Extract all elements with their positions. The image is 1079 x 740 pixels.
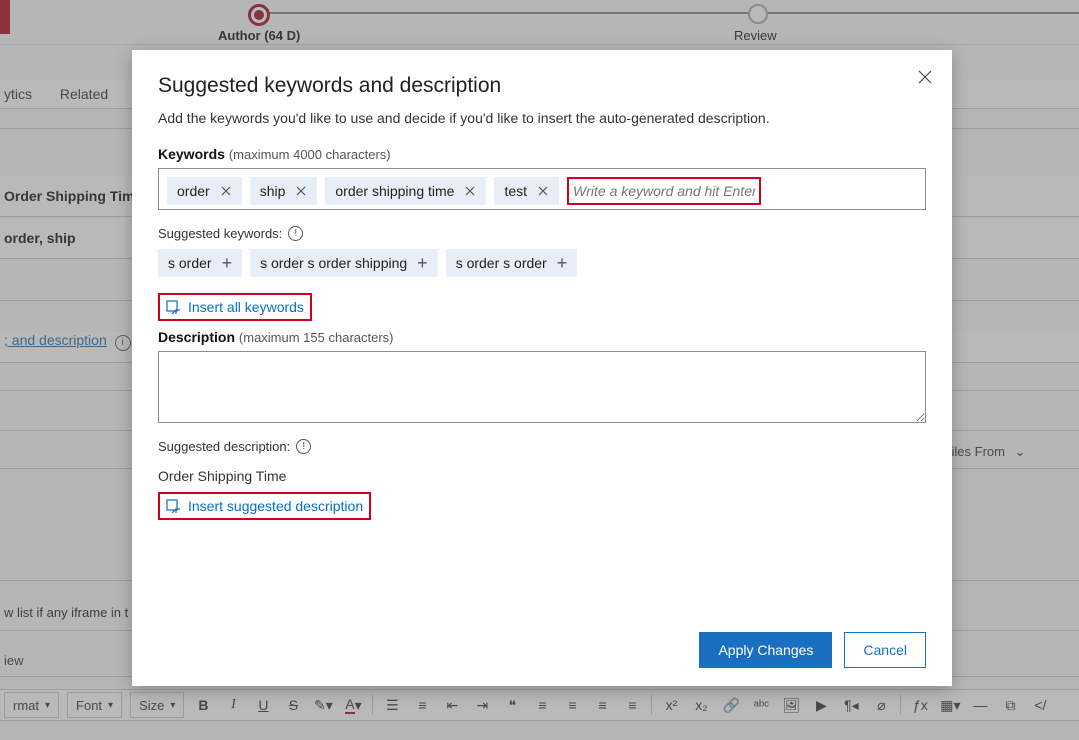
suggested-keyword-label: s order s order <box>456 255 547 271</box>
keyword-chip-label: ship <box>260 183 286 199</box>
toolbar-underline-button[interactable]: U <box>252 694 274 716</box>
suggested-keyword-chip: s order s order + <box>446 249 578 277</box>
toolbar-outdent-button[interactable]: ⇤ <box>441 694 463 716</box>
suggested-keywords-modal: Suggested keywords and description Add t… <box>132 50 952 686</box>
close-icon <box>465 186 475 196</box>
toolbar-indent-button[interactable]: ⇥ <box>471 694 493 716</box>
wizard-bar: Author (64 D) Review <box>0 0 1079 45</box>
toolbar-link-button[interactable]: 🔗 <box>720 694 742 716</box>
red-accent-bar <box>0 0 10 34</box>
modal-title: Suggested keywords and description <box>158 74 926 98</box>
suggested-description-label: Suggested description: ! <box>158 439 926 454</box>
toolbar-image-button[interactable]: 🖼 <box>780 694 802 716</box>
suggested-keywords-row: s order + s order s order shipping + s o… <box>158 249 926 277</box>
toolbar-unlink-button[interactable]: ᵃᵇᶜ <box>750 694 772 716</box>
info-icon: i <box>115 335 131 351</box>
close-icon <box>296 186 306 196</box>
insert-icon <box>166 300 180 314</box>
toolbar-size-select[interactable]: Size <box>130 692 184 718</box>
add-keyword-button[interactable]: + <box>557 257 568 269</box>
insert-all-keywords-button[interactable]: Insert all keywords <box>158 293 312 321</box>
suggested-keyword-chip: s order + <box>158 249 242 277</box>
add-keyword-button[interactable]: + <box>417 257 428 269</box>
wizard-step-author-label: Author (64 D) <box>218 28 300 43</box>
description-label: Description (maximum 155 characters) <box>158 329 926 345</box>
toolbar-video-button[interactable]: ▶ <box>810 694 832 716</box>
apply-changes-button[interactable]: Apply Changes <box>699 632 832 668</box>
toolbar-table-button[interactable]: ▦▾ <box>939 694 961 716</box>
suggested-keyword-label: s order <box>168 255 212 271</box>
remove-keyword-button[interactable] <box>220 185 232 197</box>
toolbar-format-select[interactable]: rmat <box>4 692 59 718</box>
add-keyword-button[interactable]: + <box>222 257 233 269</box>
preview-label: iew <box>4 653 24 668</box>
keywords-description-link[interactable]: ; and description <box>4 332 107 348</box>
toolbar-italic-button[interactable]: I <box>222 694 244 716</box>
description-textarea[interactable] <box>158 351 926 423</box>
toolbar-ol-button[interactable]: ≡ <box>411 694 433 716</box>
keyword-chip-label: order <box>177 183 210 199</box>
keyword-chip-label: order shipping time <box>335 183 454 199</box>
toolbar-sup-button[interactable]: x² <box>660 694 682 716</box>
keyword-chip: order <box>167 177 242 205</box>
toolbar-sub-button[interactable]: x₂ <box>690 694 712 716</box>
cancel-button[interactable]: Cancel <box>844 632 926 668</box>
toolbar-align-center-button[interactable]: ≡ <box>561 694 583 716</box>
toolbar-code-button[interactable]: </ <box>1029 694 1051 716</box>
keyword-input[interactable] <box>569 181 759 201</box>
toolbar-font-select[interactable]: Font <box>67 692 122 718</box>
suggested-keyword-chip: s order s order shipping + <box>250 249 438 277</box>
toolbar-hr-button[interactable]: — <box>969 694 991 716</box>
close-button[interactable] <box>916 68 934 86</box>
close-icon <box>918 70 932 84</box>
info-icon[interactable]: ! <box>288 226 303 241</box>
modal-footer: Apply Changes Cancel <box>158 632 926 668</box>
keywords-label: Keywords (maximum 4000 characters) <box>158 146 926 162</box>
modal-subtitle: Add the keywords you'd like to use and d… <box>158 110 926 126</box>
toolbar-align-justify-button[interactable]: ≡ <box>621 694 643 716</box>
wizard-step-author-icon <box>248 4 270 26</box>
chevron-down-icon <box>1009 444 1026 459</box>
wizard-track <box>254 12 1079 14</box>
remove-keyword-button[interactable] <box>537 185 549 197</box>
toolbar-strike-button[interactable]: S <box>282 694 304 716</box>
toolbar-bold-button[interactable]: B <box>192 694 214 716</box>
remove-keyword-button[interactable] <box>295 185 307 197</box>
field-title-value: Order Shipping Time <box>4 188 142 204</box>
info-icon[interactable]: ! <box>296 439 311 454</box>
close-icon <box>538 186 548 196</box>
wizard-step-review-icon <box>748 4 768 24</box>
close-icon <box>221 186 231 196</box>
toolbar-ul-button[interactable]: ☰ <box>381 694 403 716</box>
keyword-input-highlight <box>567 177 761 205</box>
toolbar-quote-button[interactable]: ❝ <box>501 694 523 716</box>
toolbar-fx-button[interactable]: ƒx <box>909 694 931 716</box>
toolbar-structure-button[interactable]: ⧉ <box>999 694 1021 716</box>
tab-related[interactable]: Related <box>60 86 108 102</box>
toolbar-clear-button[interactable]: ⌀ <box>870 694 892 716</box>
keyword-chip-label: test <box>504 183 527 199</box>
wizard-step-review-label: Review <box>734 28 777 43</box>
toolbar-align-right-button[interactable]: ≡ <box>591 694 613 716</box>
suggested-keywords-label: Suggested keywords: ! <box>158 226 926 241</box>
toolbar-textcolor-button[interactable]: A▾ <box>342 694 364 716</box>
keyword-chip: test <box>494 177 559 205</box>
tab-analytics[interactable]: ytics <box>4 86 32 102</box>
toolbar-highlight-button[interactable]: ✎▾ <box>312 694 334 716</box>
editor-toolbar: rmat Font Size B I U S ✎▾ A▾ ☰ ≡ ⇤ ⇥ ❝ ≡… <box>0 689 1079 721</box>
toolbar-pilcrow-button[interactable]: ¶◂ <box>840 694 862 716</box>
insert-icon <box>166 499 180 513</box>
keyword-chip: ship <box>250 177 318 205</box>
field-keywords-value: order, ship <box>4 230 76 246</box>
toolbar-align-left-button[interactable]: ≡ <box>531 694 553 716</box>
iframe-allowlist-note: w list if any iframe in t <box>4 605 128 620</box>
keywords-input-box[interactable]: order ship order shipping time test <box>158 168 926 210</box>
suggested-description-text: Order Shipping Time <box>158 468 926 484</box>
keyword-chip: order shipping time <box>325 177 486 205</box>
remove-keyword-button[interactable] <box>464 185 476 197</box>
insert-suggested-description-button[interactable]: Insert suggested description <box>158 492 371 520</box>
suggested-keyword-label: s order s order shipping <box>260 255 407 271</box>
